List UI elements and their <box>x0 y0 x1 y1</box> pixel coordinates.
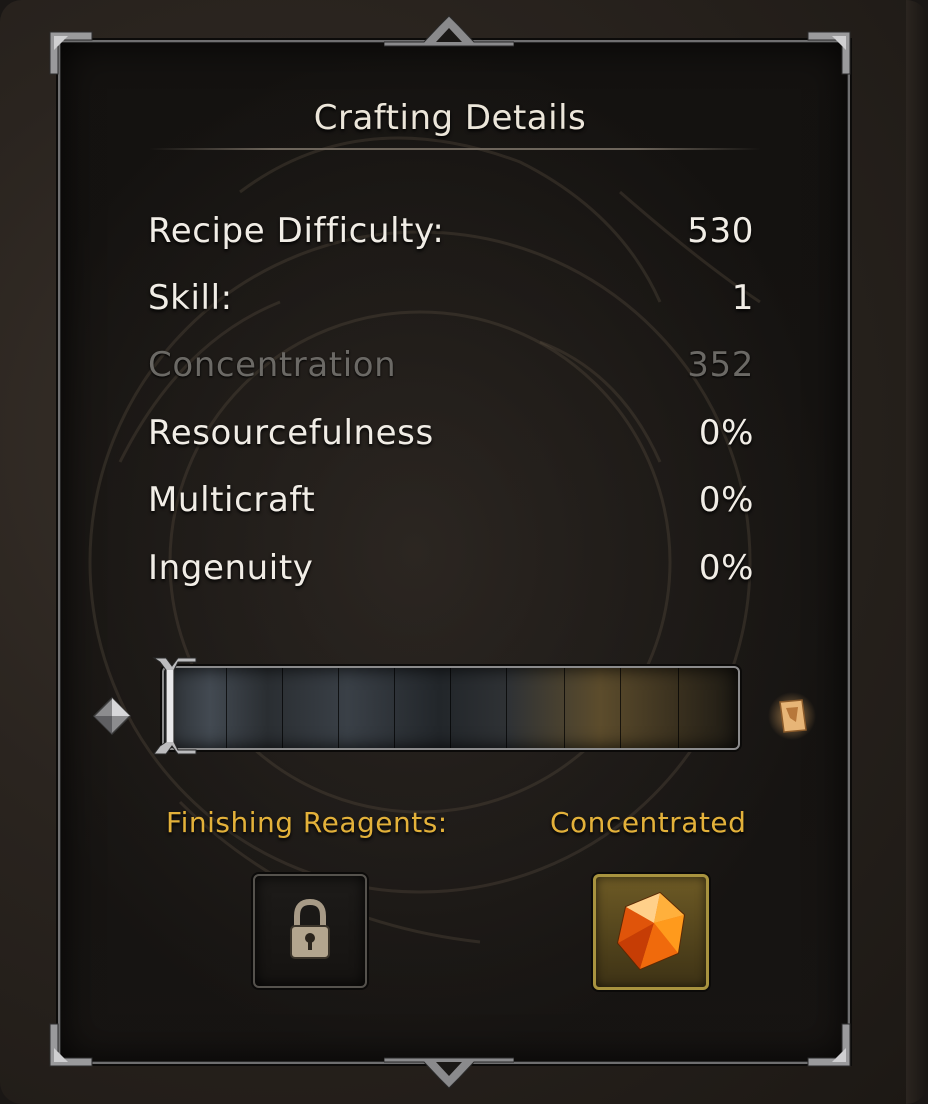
stat-label: Skill: <box>148 278 233 318</box>
frame-crest-top <box>384 15 514 47</box>
frame-corner-bottom-right <box>806 1022 852 1068</box>
stat-label: Recipe Difficulty: <box>148 211 445 251</box>
frame-corner-bottom-left <box>48 1022 94 1068</box>
panel-title: Crafting Details <box>313 98 587 138</box>
stat-row-concentration: Concentration 352 <box>148 342 754 388</box>
bar-segment-divider <box>450 668 451 748</box>
bar-segment-divider <box>394 668 395 748</box>
concentrated-label: Concentrated <box>550 806 747 839</box>
stat-label: Resourcefulness <box>148 413 434 453</box>
padlock-icon <box>290 898 330 959</box>
stat-row-skill: Skill: 1 <box>148 275 754 321</box>
orange-crystal-icon <box>616 891 686 971</box>
stat-value: 0% <box>698 480 754 520</box>
stat-row-recipe-difficulty: Recipe Difficulty: 530 <box>148 208 754 254</box>
bar-segment-divider <box>564 668 565 748</box>
bar-segment-divider <box>226 668 227 748</box>
stat-label: Multicraft <box>148 480 316 520</box>
stat-row-ingenuity: Ingenuity 0% <box>148 545 754 591</box>
concentrated-toggle-slot[interactable] <box>593 874 709 990</box>
window-background: Crafting Details Recipe Difficulty: 530 … <box>0 0 928 1104</box>
quality-rank-icon <box>768 692 816 740</box>
stat-value: 530 <box>687 211 754 251</box>
frame-corner-top-left <box>48 30 94 76</box>
stat-value: 1 <box>731 278 754 318</box>
bar-progress-marker <box>152 657 197 755</box>
finishing-reagents-label: Finishing Reagents: <box>166 806 448 839</box>
bar-segment-divider <box>338 668 339 748</box>
stat-value: 0% <box>698 413 754 453</box>
title-divider <box>150 148 760 150</box>
frame-corner-top-right <box>806 30 852 76</box>
bar-segment-divider <box>506 668 507 748</box>
window-edge <box>906 0 928 1104</box>
quality-progress-bar <box>162 666 740 750</box>
stat-label: Ingenuity <box>148 548 314 588</box>
stat-row-multicraft: Multicraft 0% <box>148 477 754 523</box>
bar-segment-divider <box>620 668 621 748</box>
bar-segment-divider <box>282 668 283 748</box>
frame-crest-bottom <box>384 1057 514 1089</box>
stat-label: Concentration <box>148 345 397 385</box>
stat-value: 0% <box>698 548 754 588</box>
stat-row-resourcefulness: Resourcefulness 0% <box>148 410 754 456</box>
bar-segment-divider <box>678 668 679 748</box>
silver-diamond-icon <box>92 696 132 736</box>
stat-value: 352 <box>687 345 754 385</box>
finishing-reagent-slot[interactable] <box>253 874 367 988</box>
